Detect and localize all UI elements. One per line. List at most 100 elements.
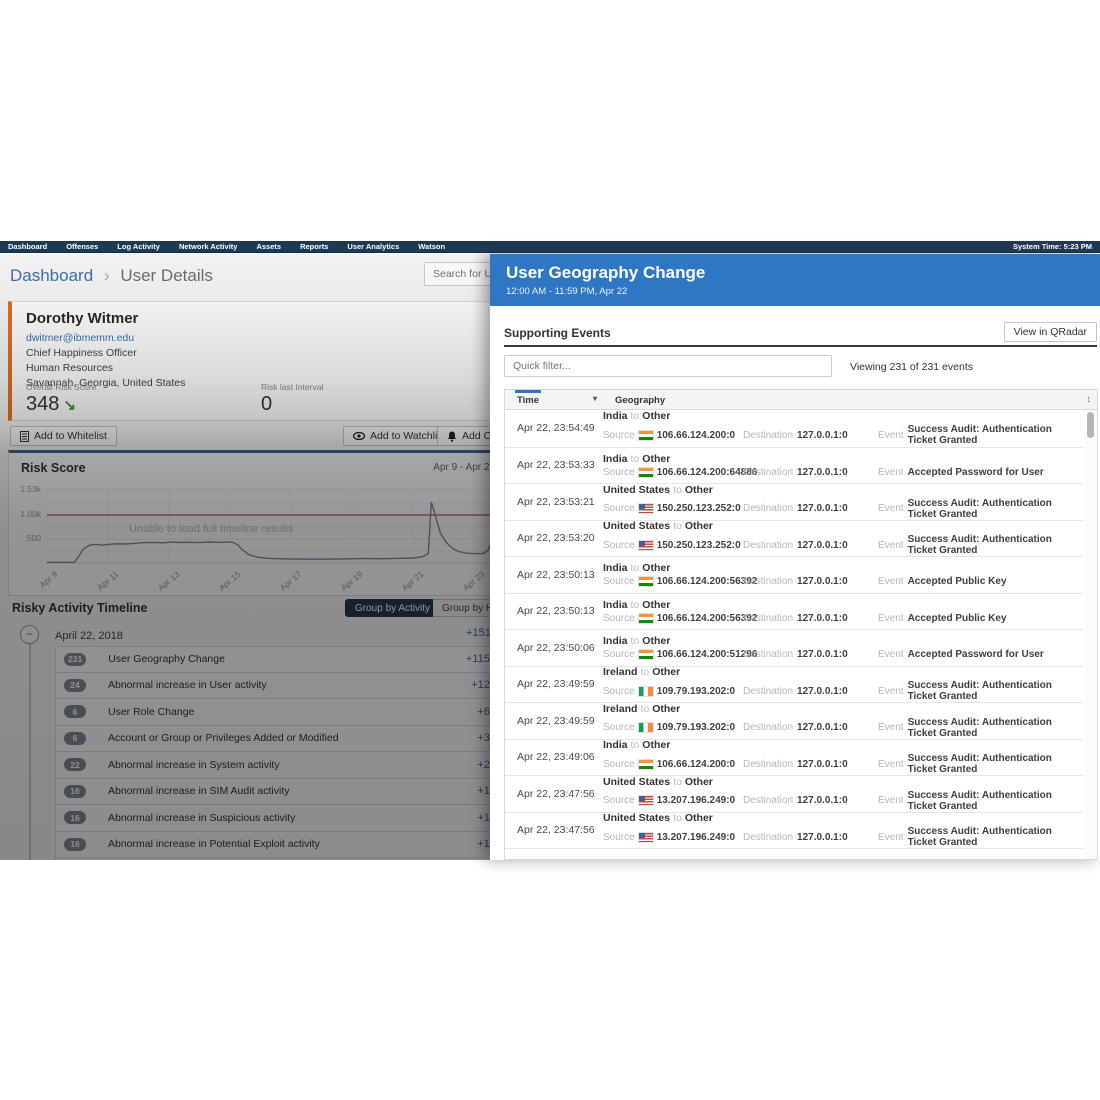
event-count-badge: 16 — [64, 837, 86, 851]
activity-list-item[interactable]: 231 User Geography Change +1155 — [55, 646, 505, 673]
destination-cell: Destination 127.0.0.1:0 — [743, 685, 848, 697]
scrollbar-gutter — [1084, 410, 1097, 859]
xtick-label: Apr 23 — [460, 569, 487, 593]
quick-filter-input[interactable] — [504, 355, 832, 377]
event-details: Source 109.79.193.202:0 Destination 127.… — [603, 717, 1083, 739]
risky-activity-timeline-title: Risky Activity Timeline — [12, 601, 148, 615]
event-time: Apr 22, 23:49:59 — [517, 678, 595, 691]
activity-list-item[interactable]: 6 User Role Change +60 — [55, 699, 505, 726]
event-count-badge: 16 — [64, 811, 86, 825]
nav-item-user-analytics[interactable]: User Analytics — [347, 242, 399, 251]
xtick-label: Apr 11 — [95, 569, 121, 593]
bell-icon — [447, 431, 457, 442]
event-cell: Event Success Audit: Authentication Tick… — [878, 534, 1052, 557]
activity-label: User Role Change — [108, 705, 195, 718]
geography-change: India to Other — [603, 598, 671, 611]
xtick-label: Apr 21 — [399, 569, 426, 593]
source-country-flag-icon — [638, 796, 653, 806]
source-cell: Source 106.66.124.200:56392 — [603, 612, 758, 624]
activity-list-item[interactable]: 24 Abnormal increase in User activity +1… — [55, 672, 505, 699]
activity-list-item[interactable]: 16 Abnormal increase in Suspicious activ… — [55, 805, 505, 832]
nav-item-log-activity[interactable]: Log Activity — [117, 242, 160, 251]
activity-label: Abnormal increase in SIM Audit activity — [108, 785, 290, 798]
source-country-flag-icon — [638, 430, 653, 440]
source-country-flag-icon — [638, 577, 653, 587]
collapse-day-toggle[interactable]: − — [20, 625, 39, 644]
nav-item-dashboard[interactable]: Dashboard — [8, 242, 47, 251]
event-count-badge: 6 — [64, 705, 86, 719]
event-cell: Event Success Audit: Authentication Tick… — [878, 497, 1052, 520]
activity-list-item-partial — [55, 858, 505, 860]
event-row: Apr 22, 23:50:13 India to Other Source 106… — [505, 556, 1083, 593]
source-country-flag-icon — [638, 504, 653, 514]
source-cell: Source 106.66.124.200:0 — [603, 429, 736, 441]
destination-cell: Destination 127.0.0.1:0 — [743, 576, 848, 588]
active-sort-indicator — [515, 390, 541, 393]
source-cell: Source 150.250.123.252:0 — [603, 539, 741, 551]
source-cell: Source 106.66.124.200:0 — [603, 758, 736, 770]
column-time[interactable]: Time — [517, 395, 539, 406]
event-cell: Event Success Audit: Authentication Tick… — [878, 789, 1052, 812]
interval-risk-metric: Risk last Interval 0 — [261, 382, 496, 416]
nav-item-watson[interactable]: Watson — [418, 242, 445, 251]
source-country-flag-icon — [638, 686, 653, 696]
event-time: Apr 22, 23:53:20 — [517, 532, 595, 545]
activity-list-item[interactable]: 16 Abnormal increase in SIM Audit activi… — [55, 778, 505, 805]
xtick-label: Apr 17 — [277, 569, 304, 593]
eye-icon — [353, 432, 365, 440]
sort-toggle-icon[interactable]: ↕ — [1087, 394, 1092, 404]
user-geography-change-panel: User Geography Change 12:00 AM - 11:59 P… — [490, 254, 1100, 860]
event-geography: United States to Other Source 13.207.196.2… — [603, 812, 1083, 848]
timeline-date-row: April 22, 2018 +1514 — [55, 626, 497, 643]
screenshot-canvas: Dashboard Offenses Log Activity Network Act… — [0, 0, 1100, 1100]
group-by-activity-button[interactable]: Group by Activity — [345, 599, 441, 617]
panel-header: User Geography Change 12:00 AM - 11:59 P… — [490, 254, 1100, 306]
xtick-label: Apr 13 — [155, 569, 182, 593]
source-cell: Source 150.250.123.252:0 — [603, 503, 741, 515]
geography-change: India to Other — [603, 410, 671, 423]
view-in-qradar-button[interactable]: View in QRadar — [1003, 322, 1097, 342]
user-email-link[interactable]: dwitmer@ibmemm.edu — [26, 332, 493, 344]
source-cell: Source 109.79.193.202:0 — [603, 722, 736, 734]
sort-caret-icon[interactable]: ▾ — [593, 394, 597, 403]
event-geography: United States to Other Source 150.250.123.… — [603, 484, 1083, 520]
event-details: Source 150.250.123.252:0 Destination 127… — [603, 534, 1083, 556]
event-cell: Event Accepted Public Key — [878, 612, 1007, 624]
xtick-label: Apr 9 — [37, 569, 60, 590]
activity-list-item[interactable]: 6 Account or Group or Privileges Added o… — [55, 725, 505, 752]
ytick-2: 1.00k — [20, 509, 41, 519]
event-row: Apr 22, 23:53:21 United States to Other So… — [505, 483, 1083, 520]
event-time: Apr 22, 23:49:59 — [517, 714, 595, 727]
activity-list-item[interactable]: 22 Abnormal increase in System activity … — [55, 752, 505, 779]
event-cell: Event Accepted Password for User — [878, 466, 1044, 478]
source-cell: Source 106.66.124.200:56392 — [603, 576, 758, 588]
column-geography: Geography — [615, 395, 666, 406]
activity-list-item[interactable]: 16 Abnormal increase in Potential Exploi… — [55, 831, 505, 858]
overall-risk-value: 348 ↘ — [26, 393, 76, 415]
event-row: Apr 22, 23:54:49 India to Other Source 106… — [505, 410, 1083, 447]
nav-item-reports[interactable]: Reports — [300, 242, 328, 251]
breadcrumb-dashboard-link[interactable]: Dashboard — [10, 266, 93, 285]
overall-risk-label: Overall Risk Score — [26, 382, 97, 392]
interval-risk-value: 0 — [261, 393, 273, 415]
source-cell: Source 13.207.196.249:0 — [603, 831, 736, 843]
event-time: Apr 22, 23:53:21 — [517, 495, 595, 508]
add-to-whitelist-button[interactable]: Add to Whitelist — [10, 426, 117, 446]
nav-item-offenses[interactable]: Offenses — [66, 242, 98, 251]
events-table-header: Time ▾ Geography ↕ — [505, 390, 1097, 410]
event-row: Apr 22, 23:49:59 Ireland to Other Source 1… — [505, 702, 1083, 739]
risk-metrics: Overall Risk Score 348 ↘ Risk last Interv… — [26, 382, 496, 416]
geography-change: India to Other — [603, 452, 671, 465]
event-geography: Ireland to Other Source 109.79.193.202:0 D… — [603, 666, 1083, 702]
destination-cell: Destination 127.0.0.1:0 — [743, 612, 848, 624]
source-cell: Source 13.207.196.249:0 — [603, 795, 736, 807]
activity-label: Abnormal increase in Suspicious activity — [108, 811, 296, 824]
scrollbar-thumb[interactable] — [1087, 412, 1094, 438]
nav-item-assets[interactable]: Assets — [256, 242, 281, 251]
event-time: Apr 22, 23:50:13 — [517, 605, 595, 618]
event-time: Apr 22, 23:53:33 — [517, 459, 595, 472]
nav-item-network-activity[interactable]: Network Activity — [179, 242, 238, 251]
event-details: Source 13.207.196.249:0 Destination 127.… — [603, 826, 1083, 848]
event-row: Apr 22, 23:47:56 United States to Other So… — [505, 775, 1083, 812]
destination-cell: Destination 127.0.0.1:0 — [743, 503, 848, 515]
